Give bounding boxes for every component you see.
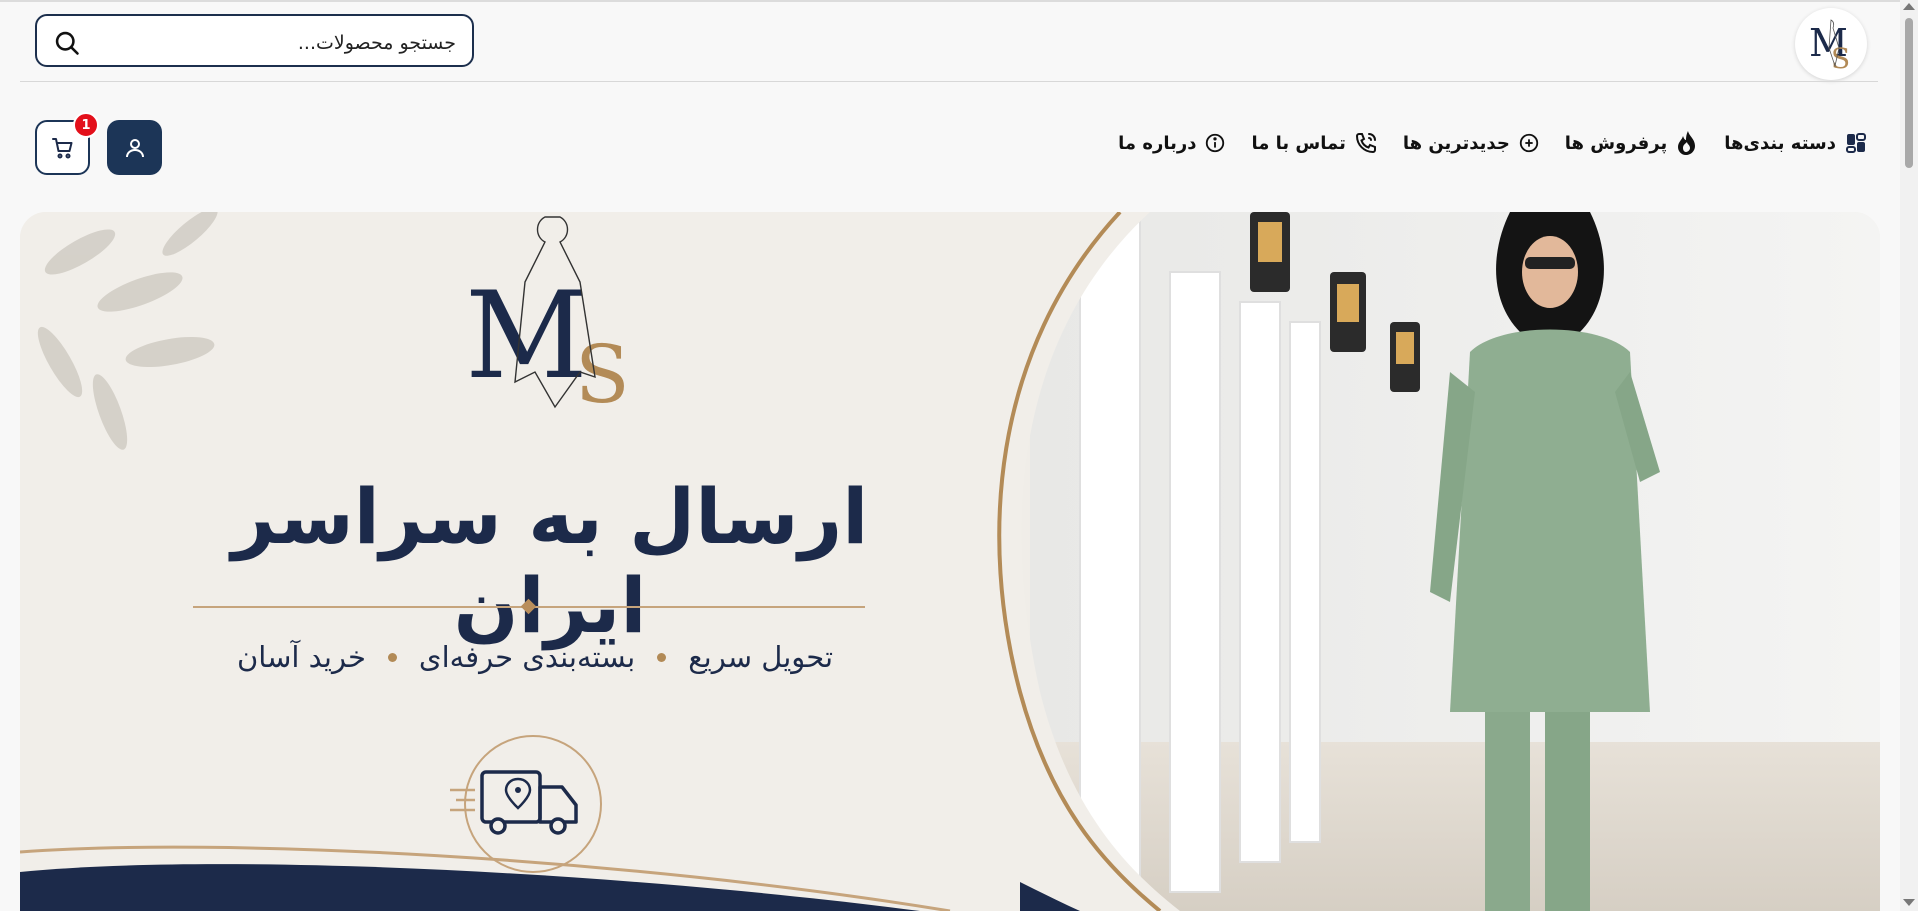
scrollbar-thumb[interactable]	[1905, 18, 1913, 168]
cart-count-badge: 1	[73, 112, 99, 138]
search-input[interactable]	[94, 28, 458, 58]
nav-item-bestsellers[interactable]: پرفروش ها	[1565, 130, 1699, 156]
scroll-up-arrow-icon[interactable]	[1903, 3, 1915, 10]
user-icon	[125, 138, 144, 157]
banner-feature: تحویل سریع	[688, 640, 834, 674]
banner-title: ارسال به سراسر ایران	[231, 472, 869, 650]
logo-monogram-icon: M S	[1809, 19, 1850, 74]
banner-feature: خرید آسان	[236, 640, 366, 674]
feature-separator	[387, 652, 397, 662]
nav-item-label: درباره ما	[1118, 132, 1197, 154]
site-logo[interactable]: M S	[1795, 8, 1867, 80]
nav-item-label: تماس با ما	[1251, 132, 1346, 154]
plus-circle-icon	[1519, 133, 1538, 153]
feature-separator	[657, 652, 667, 662]
hero-banner[interactable]: M S ارسال به سراسر ایران تحویل سریع بسته…	[20, 212, 1880, 911]
grid-icon	[1846, 133, 1866, 153]
search-box[interactable]	[35, 14, 474, 67]
nav-item-label: جدیدترین ها	[1402, 132, 1510, 154]
banner-feature: بسته‌بندی حرفه‌ای	[418, 640, 636, 674]
info-icon	[1206, 133, 1225, 153]
cart-icon	[51, 137, 72, 158]
nav-item-label: دسته بندی‌ها	[1724, 132, 1836, 154]
svg-text:S: S	[1831, 42, 1850, 74]
banner-features: تحویل سریع بسته‌بندی حرفه‌ای خرید آسان	[195, 640, 875, 674]
nav-item-contact[interactable]: تماس با ما	[1251, 130, 1377, 156]
nav-item-about[interactable]: درباره ما	[1118, 130, 1226, 156]
phone-icon	[1355, 133, 1376, 154]
nav-item-categories[interactable]: دسته بندی‌ها	[1724, 130, 1868, 156]
search-icon[interactable]	[53, 29, 81, 57]
user-account-button[interactable]	[107, 120, 162, 175]
scroll-down-arrow-icon[interactable]	[1903, 899, 1915, 906]
flame-icon	[1678, 131, 1696, 155]
nav-item-label: پرفروش ها	[1564, 132, 1668, 154]
top-border	[0, 0, 1918, 2]
header-divider	[20, 81, 1878, 82]
main-nav: دسته بندی‌ها پرفروش ها جدیدترین ها تماس …	[1093, 130, 1868, 156]
svg-text:M: M	[465, 267, 588, 406]
svg-text:S: S	[575, 328, 630, 421]
nav-item-newest[interactable]: جدیدترین ها	[1403, 130, 1540, 156]
